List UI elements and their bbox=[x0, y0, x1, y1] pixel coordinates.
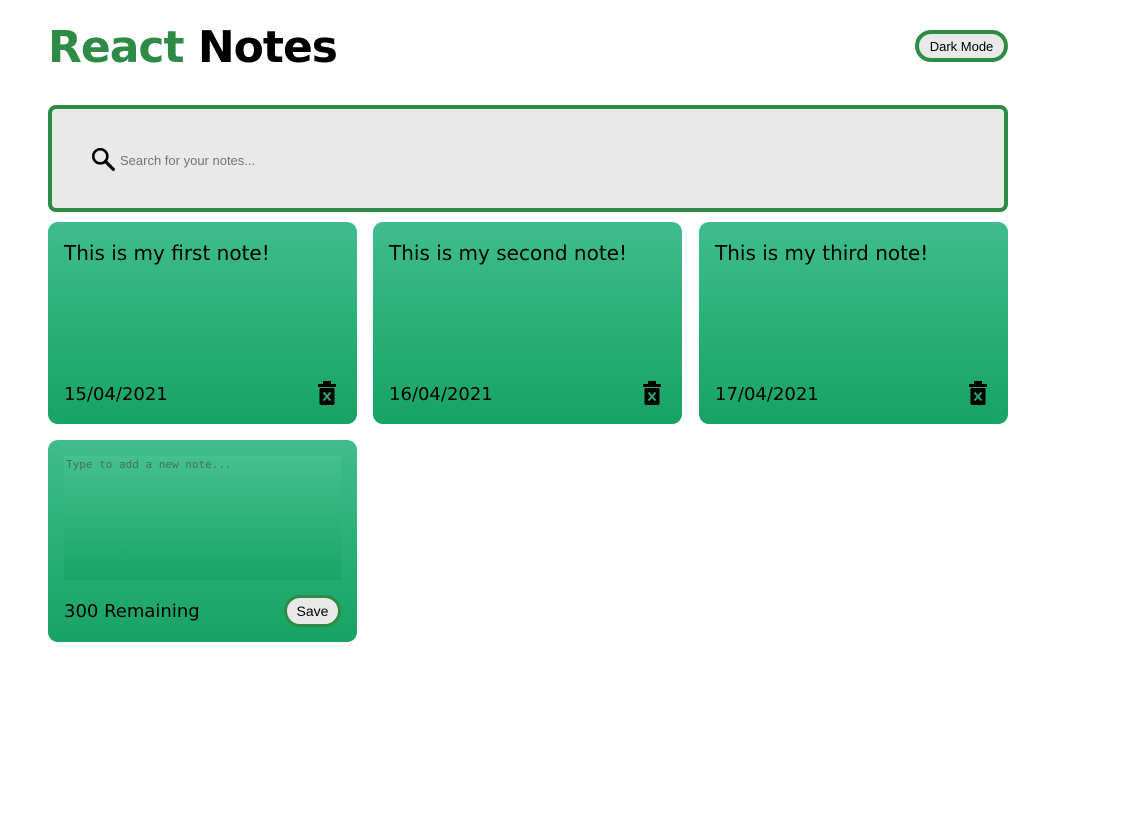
search-input[interactable] bbox=[120, 149, 960, 171]
delete-icon[interactable] bbox=[317, 381, 337, 405]
dark-mode-toggle[interactable]: Dark Mode bbox=[915, 30, 1008, 62]
note-date: 15/04/2021 bbox=[64, 384, 168, 405]
note-text: This is my second note! bbox=[389, 241, 627, 265]
delete-icon[interactable] bbox=[642, 381, 662, 405]
delete-icon[interactable] bbox=[968, 381, 988, 405]
note-date: 17/04/2021 bbox=[715, 384, 819, 405]
search-bar bbox=[48, 105, 1008, 212]
remaining-count: 300 Remaining bbox=[64, 601, 200, 622]
note-card: This is my third note! 17/04/2021 bbox=[699, 222, 1008, 424]
note-card: This is my second note! 16/04/2021 bbox=[373, 222, 682, 424]
title-main: Notes bbox=[197, 22, 338, 73]
note-text: This is my first note! bbox=[64, 241, 270, 265]
note-text: This is my third note! bbox=[715, 241, 929, 265]
header: React Notes Dark Mode bbox=[48, 24, 1008, 76]
note-card: This is my first note! 15/04/2021 bbox=[48, 222, 357, 424]
title-accent: React bbox=[48, 22, 185, 73]
note-date: 16/04/2021 bbox=[389, 384, 493, 405]
save-button[interactable]: Save bbox=[284, 595, 341, 627]
app-title: React Notes bbox=[48, 22, 338, 73]
new-note-textarea[interactable] bbox=[64, 456, 341, 580]
new-note-card: 300 Remaining Save bbox=[48, 440, 357, 642]
search-icon bbox=[91, 147, 115, 171]
